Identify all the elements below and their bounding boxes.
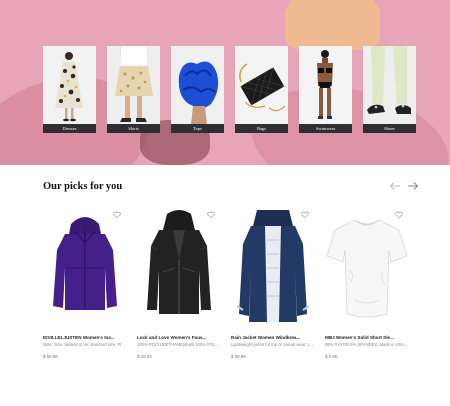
product-card[interactable]: Rain Jacket Women Windbrea... Lightweigh… bbox=[231, 210, 315, 359]
category-card-shoes[interactable]: Shoes bbox=[363, 46, 416, 133]
swimwear-image bbox=[299, 46, 352, 125]
bags-image bbox=[235, 46, 288, 125]
product-image bbox=[43, 210, 127, 328]
product-price: $ 26.93 bbox=[137, 354, 152, 359]
product-description: Note: Size Jackets in UK standard size. … bbox=[43, 342, 127, 347]
product-price: $ 9.85 bbox=[325, 354, 338, 359]
category-label: Bags bbox=[235, 124, 288, 133]
product-image bbox=[231, 210, 315, 328]
category-card-tops[interactable]: Tops bbox=[171, 46, 224, 133]
product-card[interactable]: MBJ Women's Solid Short Sle... 95% RAYON… bbox=[325, 210, 409, 359]
category-card-skirts[interactable]: Skirts bbox=[107, 46, 160, 133]
heart-icon[interactable] bbox=[395, 211, 403, 219]
product-carousel: IDVILLELJUSTEN Women's Ins... Note: Size… bbox=[43, 210, 409, 359]
category-card-swimwear[interactable]: Swimwear bbox=[299, 46, 352, 133]
skirts-image bbox=[107, 46, 160, 125]
arrow-left-icon[interactable] bbox=[389, 181, 401, 191]
category-list: Dresses Skirts Tops Bags Swimwear Shoes bbox=[43, 46, 416, 133]
hero-decoration bbox=[285, 0, 380, 50]
dresses-image bbox=[43, 46, 96, 125]
hero-banner: Dresses Skirts Tops Bags Swimwear Shoes bbox=[0, 0, 450, 165]
product-card[interactable]: Lock and Love Women's Faux... 100% POLYU… bbox=[137, 210, 221, 359]
product-name[interactable]: MBJ Women's Solid Short Sle... bbox=[325, 335, 409, 340]
product-name[interactable]: IDVILLELJUSTEN Women's Ins... bbox=[43, 335, 127, 340]
product-description: 95% RAYON 5% SPANDEX; Made in USA or Imp… bbox=[325, 342, 409, 347]
heart-icon[interactable] bbox=[113, 211, 121, 219]
section-title: Our picks for you bbox=[43, 181, 123, 192]
product-name[interactable]: Lock and Love Women's Faux... bbox=[137, 335, 221, 340]
category-card-dresses[interactable]: Dresses bbox=[43, 46, 96, 133]
category-label: Shoes bbox=[363, 124, 416, 133]
product-name[interactable]: Rain Jacket Women Windbrea... bbox=[231, 335, 315, 340]
product-card[interactable]: IDVILLELJUSTEN Women's Ins... Note: Size… bbox=[43, 210, 127, 359]
carousel-nav bbox=[389, 181, 419, 191]
category-label: Tops bbox=[171, 124, 224, 133]
heart-icon[interactable] bbox=[207, 211, 215, 219]
heart-icon[interactable] bbox=[301, 211, 309, 219]
product-description: Lightweight perfet for trip or casual we… bbox=[231, 342, 315, 347]
product-price: $ 39.99 bbox=[231, 354, 246, 359]
tops-image bbox=[171, 46, 224, 125]
category-label: Swimwear bbox=[299, 124, 352, 133]
product-image bbox=[137, 210, 221, 328]
product-price: $ 56.98 bbox=[43, 354, 58, 359]
category-card-bags[interactable]: Bags bbox=[235, 46, 288, 133]
product-description: 100% POLYURETHANE(shell) 100% POLYESTER(… bbox=[137, 342, 221, 347]
shoes-image bbox=[363, 46, 416, 125]
product-image bbox=[325, 210, 409, 328]
category-label: Skirts bbox=[107, 124, 160, 133]
category-label: Dresses bbox=[43, 124, 96, 133]
arrow-right-icon[interactable] bbox=[407, 181, 419, 191]
